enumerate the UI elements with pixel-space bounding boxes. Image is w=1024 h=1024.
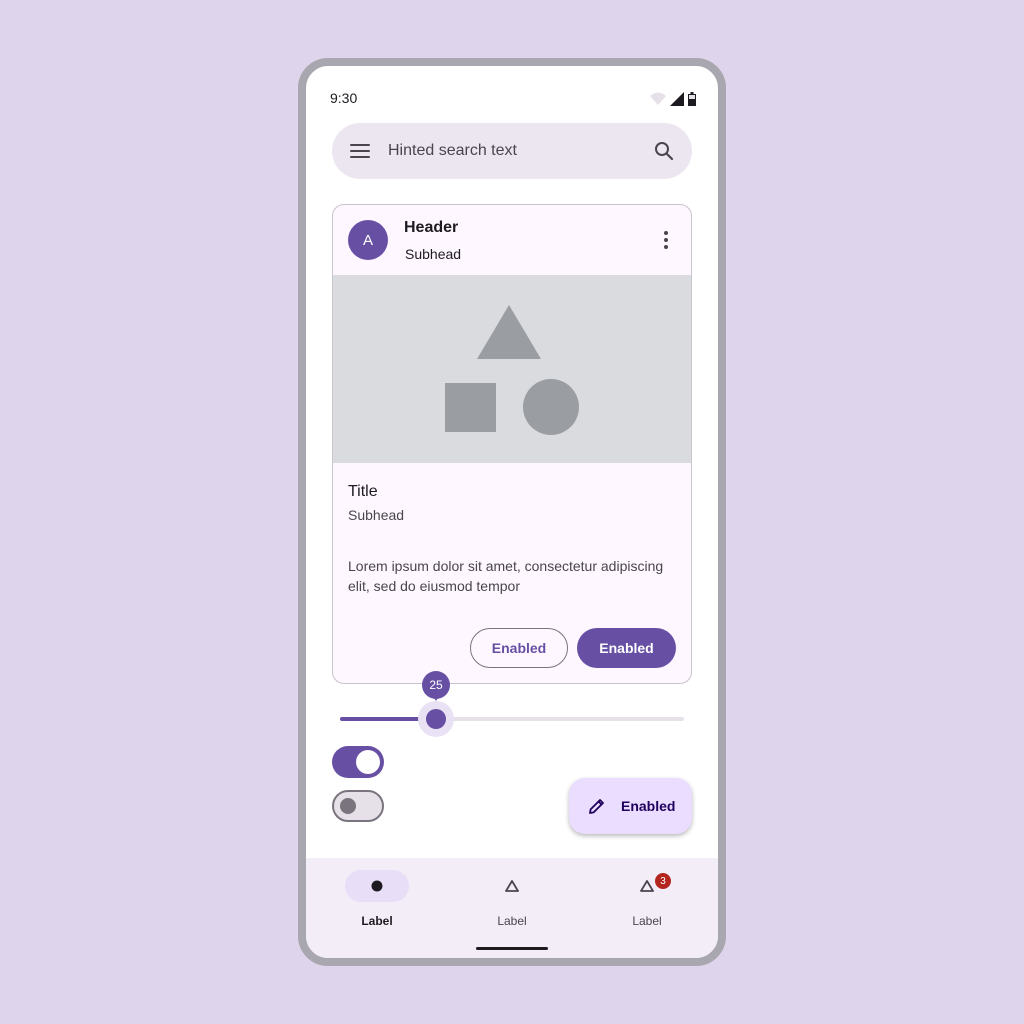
- navigation-bar: Label Label 3 Label: [306, 858, 718, 958]
- card-header: Header: [404, 219, 459, 236]
- extended-fab[interactable]: Enabled: [569, 778, 692, 834]
- card-body-text: Lorem ipsum dolor sit amet, consectetur …: [348, 558, 664, 594]
- slider-value-label: 25: [422, 671, 450, 701]
- slider-thumb[interactable]: [426, 709, 446, 729]
- signal-icon: [670, 92, 684, 106]
- nav-label: Label: [361, 914, 393, 928]
- nav-item-1[interactable]: Label: [322, 870, 432, 930]
- switch-knob: [356, 750, 380, 774]
- slider[interactable]: 25: [340, 666, 686, 737]
- avatar: A: [348, 220, 388, 260]
- phone-frame: 9:30 Hinted search text A Header Subhead: [298, 58, 726, 966]
- triangle-icon: [505, 880, 519, 892]
- square-shape: [445, 383, 496, 432]
- circle-icon: [371, 880, 383, 892]
- search-icon[interactable]: [654, 141, 674, 161]
- card-subhead: Subhead: [348, 507, 405, 523]
- outlined-button[interactable]: Enabled: [470, 628, 568, 668]
- search-placeholder[interactable]: Hinted search text: [388, 142, 654, 160]
- fab-label: Enabled: [621, 798, 676, 814]
- menu-icon[interactable]: [350, 144, 370, 158]
- more-vert-icon[interactable]: [663, 231, 669, 249]
- nav-label: Label: [497, 914, 527, 928]
- triangle-shape: [477, 305, 541, 359]
- search-bar[interactable]: Hinted search text: [332, 123, 692, 179]
- notification-badge: 3: [655, 873, 671, 889]
- card-header-subhead: Subhead: [405, 246, 462, 262]
- nav-item-2[interactable]: Label: [457, 870, 567, 930]
- nav-label: Label: [632, 914, 662, 928]
- triangle-icon: [640, 880, 654, 892]
- status-icons: [650, 92, 696, 106]
- shapes-illustration: [445, 305, 579, 435]
- circle-shape: [523, 379, 579, 435]
- switch-on[interactable]: [332, 746, 384, 778]
- screen: 9:30 Hinted search text A Header Subhead: [306, 66, 718, 958]
- media-card: A Header Subhead Title Subhead Lorem ips…: [332, 204, 692, 684]
- home-indicator[interactable]: [476, 947, 548, 950]
- edit-icon: [589, 799, 604, 814]
- filled-button[interactable]: Enabled: [577, 628, 676, 668]
- battery-icon: [688, 92, 696, 106]
- switch-knob: [340, 798, 356, 814]
- card-title: Title: [348, 483, 378, 500]
- switch-off[interactable]: [332, 790, 384, 822]
- nav-item-3[interactable]: 3 Label: [592, 870, 702, 930]
- wifi-icon: [650, 92, 666, 105]
- media-placeholder: [333, 275, 691, 463]
- status-time: 9:30: [330, 90, 358, 106]
